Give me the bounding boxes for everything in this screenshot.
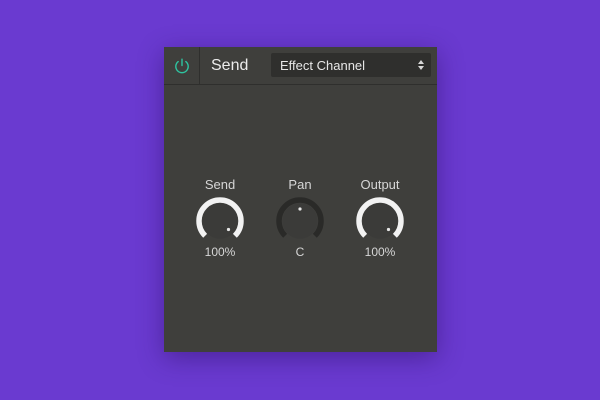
pan-knob-indicator (298, 207, 302, 211)
updown-arrows-icon (418, 60, 424, 70)
send-device-panel: Send Effect Channel Send 100% Pan C Outp… (164, 47, 437, 352)
send-knob-indicator (226, 227, 231, 232)
send-knob-label: Send (204, 177, 236, 192)
pan-knob[interactable] (275, 196, 325, 246)
send-knob-body (202, 203, 238, 239)
send-knob[interactable] (195, 196, 245, 246)
output-knob-label: Output (360, 177, 400, 192)
send-knob-group: Send 100% (185, 175, 255, 265)
device-title: Send (211, 57, 249, 74)
channel-select-value: Effect Channel (280, 58, 366, 73)
output-knob[interactable] (355, 196, 405, 246)
channel-select[interactable]: Effect Channel (271, 53, 431, 77)
power-icon (174, 58, 189, 73)
pan-knob-label: Pan (288, 177, 312, 192)
pan-knob-value: C (295, 245, 305, 259)
output-knob-body (362, 203, 398, 239)
pan-knob-group: Pan C (265, 175, 335, 265)
device-header: Send Effect Channel (164, 47, 437, 85)
output-knob-value: 100% (364, 245, 396, 259)
output-knob-group: Output 100% (345, 175, 415, 265)
send-knob-value: 100% (204, 245, 236, 259)
power-button[interactable] (164, 47, 200, 84)
output-knob-indicator (386, 227, 391, 232)
